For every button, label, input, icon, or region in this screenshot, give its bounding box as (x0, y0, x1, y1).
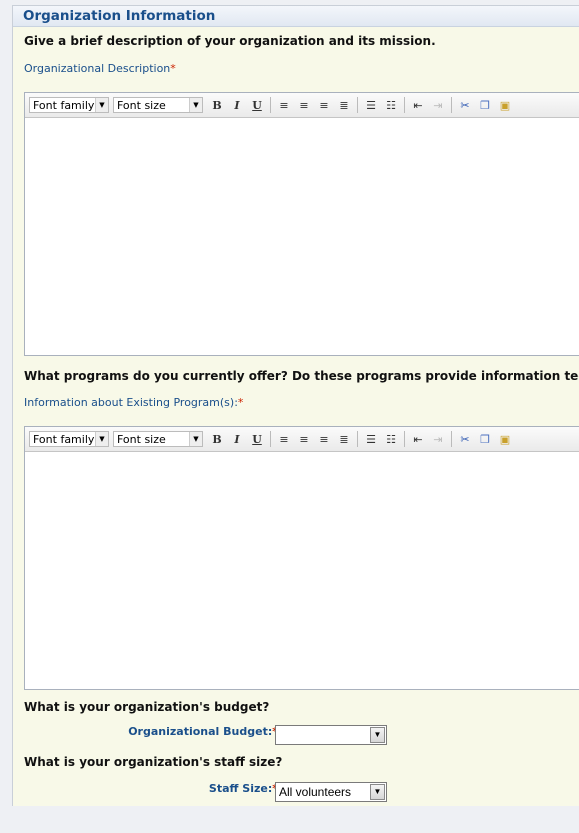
indent-icon[interactable]: ⇥ (428, 99, 448, 112)
align-left-icon[interactable]: ≡ (274, 433, 294, 446)
font-family-label: Font family (33, 432, 95, 446)
required-marker: * (237, 396, 244, 409)
description-question: Give a brief description of your organiz… (24, 34, 436, 48)
font-family-select[interactable]: Font family ▼ (29, 431, 109, 447)
staff-label-text: Staff Size: (208, 782, 273, 795)
toolbar-divider (451, 431, 452, 447)
bullet-list-icon[interactable]: ☰ (361, 433, 381, 446)
toolbar-divider (404, 97, 405, 113)
toolbar-divider (270, 97, 271, 113)
chevron-down-icon: ▼ (370, 727, 385, 743)
staff-size-select[interactable]: All volunteers ▼ (275, 782, 387, 802)
chevron-down-icon: ▼ (95, 98, 108, 112)
bold-button[interactable]: B (207, 433, 227, 446)
paste-icon[interactable]: ▣ (495, 99, 515, 112)
description-editor: Font family ▼ Font size ▼ B I U ≡ ≡ ≡ ≣ ☰ … (24, 92, 579, 356)
outdent-icon[interactable]: ⇤ (408, 99, 428, 112)
chevron-down-icon: ▼ (189, 98, 202, 112)
font-size-label: Font size (117, 98, 166, 112)
editor-toolbar: Font family ▼ Font size ▼ B I U ≡ ≡ ≡ ≣ ☰ … (25, 93, 579, 118)
organization-info-panel: Organization Information Give a brief de… (12, 5, 579, 806)
description-label-text: Organizational Description (24, 62, 171, 75)
toolbar-divider (270, 431, 271, 447)
paste-icon[interactable]: ▣ (495, 433, 515, 446)
align-center-icon[interactable]: ≡ (294, 99, 314, 112)
font-family-select[interactable]: Font family ▼ (29, 97, 109, 113)
programs-label-text: Information about Existing Program(s): (24, 396, 238, 409)
font-size-select[interactable]: Font size ▼ (113, 97, 203, 113)
chevron-down-icon: ▼ (370, 784, 385, 800)
programs-editor: Font family ▼ Font size ▼ B I U ≡ ≡ ≡ ≣ ☰ … (24, 426, 579, 690)
underline-button[interactable]: U (247, 99, 267, 112)
budget-label-text: Organizational Budget: (128, 725, 273, 738)
budget-question: What is your organization's budget? (24, 700, 270, 714)
toolbar-divider (357, 97, 358, 113)
bold-button[interactable]: B (207, 99, 227, 112)
programs-label: Information about Existing Program(s):* (24, 396, 243, 409)
cut-icon[interactable]: ✂ (455, 433, 475, 446)
italic-button[interactable]: I (227, 99, 247, 112)
staff-question: What is your organization's staff size? (24, 755, 283, 769)
editor-toolbar: Font family ▼ Font size ▼ B I U ≡ ≡ ≡ ≣ ☰ … (25, 427, 579, 452)
programs-textarea[interactable] (25, 452, 579, 689)
font-size-select[interactable]: Font size ▼ (113, 431, 203, 447)
staff-value: All volunteers (279, 785, 352, 799)
toolbar-divider (404, 431, 405, 447)
italic-button[interactable]: I (227, 433, 247, 446)
align-left-icon[interactable]: ≡ (274, 99, 294, 112)
outdent-icon[interactable]: ⇤ (408, 433, 428, 446)
align-right-icon[interactable]: ≡ (314, 99, 334, 112)
programs-question: What programs do you currently offer? Do… (24, 369, 579, 383)
panel-title: Organization Information (13, 6, 579, 27)
numbered-list-icon[interactable]: ☷ (381, 433, 401, 446)
toolbar-divider (451, 97, 452, 113)
budget-label: Organizational Budget:* (128, 725, 278, 738)
indent-icon[interactable]: ⇥ (428, 433, 448, 446)
cut-icon[interactable]: ✂ (455, 99, 475, 112)
underline-button[interactable]: U (247, 433, 267, 446)
numbered-list-icon[interactable]: ☷ (381, 99, 401, 112)
align-justify-icon[interactable]: ≣ (334, 433, 354, 446)
description-textarea[interactable] (25, 118, 579, 355)
staff-label: Staff Size:* (209, 782, 278, 795)
description-label: Organizational Description* (24, 62, 176, 75)
chevron-down-icon: ▼ (95, 432, 108, 446)
toolbar-divider (357, 431, 358, 447)
align-center-icon[interactable]: ≡ (294, 433, 314, 446)
align-justify-icon[interactable]: ≣ (334, 99, 354, 112)
copy-icon[interactable]: ❐ (475, 99, 495, 112)
font-family-label: Font family (33, 98, 95, 112)
align-right-icon[interactable]: ≡ (314, 433, 334, 446)
chevron-down-icon: ▼ (189, 432, 202, 446)
required-marker: * (170, 62, 176, 75)
font-size-label: Font size (117, 432, 166, 446)
budget-select[interactable]: ▼ (275, 725, 387, 745)
copy-icon[interactable]: ❐ (475, 433, 495, 446)
bullet-list-icon[interactable]: ☰ (361, 99, 381, 112)
